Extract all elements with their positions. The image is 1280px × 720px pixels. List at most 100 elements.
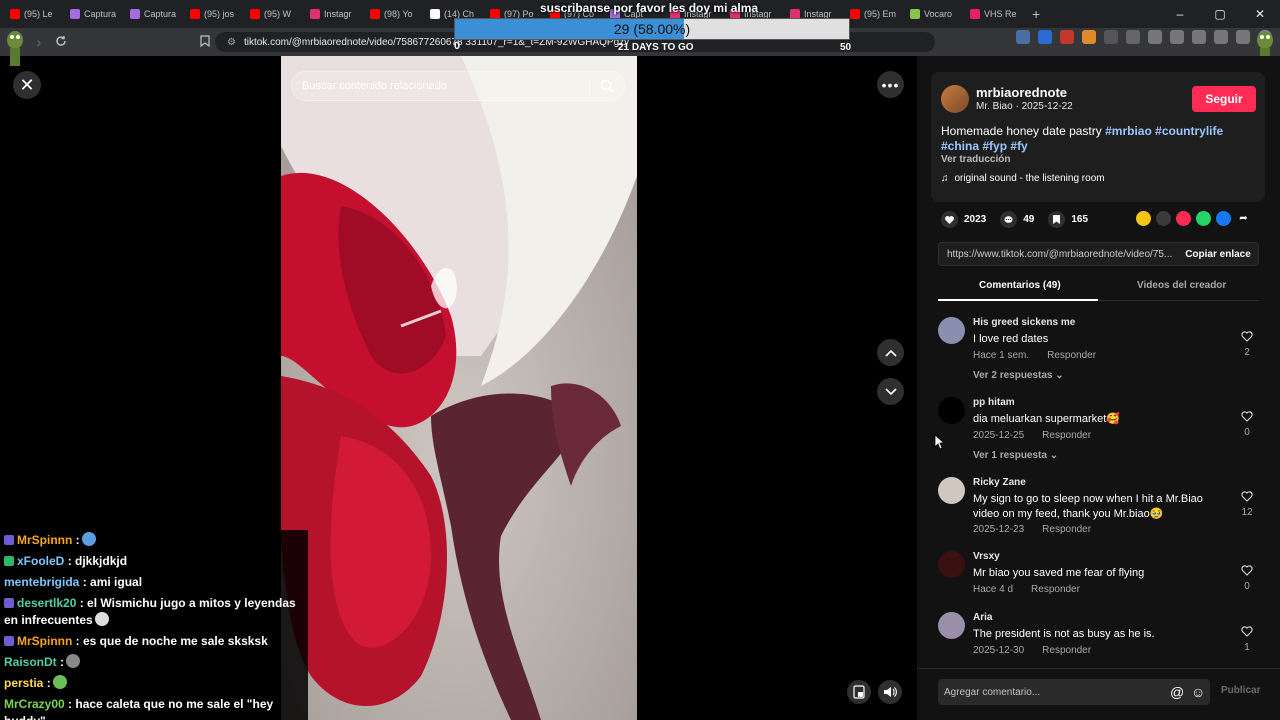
facebook-icon[interactable]	[1216, 211, 1231, 226]
hashtag[interactable]: #china	[941, 139, 979, 153]
avatar[interactable]	[938, 317, 965, 344]
tab-creator-videos[interactable]: Videos del creador	[1137, 280, 1226, 291]
browser-tab[interactable]: VHS Re	[964, 3, 1024, 25]
avatar[interactable]	[938, 477, 965, 504]
reply-button[interactable]: Responder	[1047, 350, 1096, 361]
comment-username[interactable]: pp hitam	[973, 397, 1015, 408]
embed-icon[interactable]	[1156, 211, 1171, 226]
publish-button[interactable]: Publicar	[1221, 685, 1260, 696]
comment-username[interactable]: Vrsxy	[973, 551, 1000, 562]
creator-subline: Mr. Biao · 2025-12-22	[976, 101, 1073, 112]
more-options-button[interactable]: •••	[877, 71, 904, 98]
panel-tabs: Comentarios (49) Videos del creador	[938, 276, 1259, 301]
tab-title: Captura	[84, 9, 117, 19]
extension-icon[interactable]	[1236, 30, 1250, 44]
comment-like-button[interactable]	[1240, 489, 1254, 507]
browser-tab[interactable]: (98) Yo	[364, 3, 424, 25]
chat-emote-icon	[66, 654, 81, 668]
music-icon[interactable]	[1148, 30, 1162, 44]
comment-meta: 2025-12-30 Responder	[973, 645, 1091, 656]
extension-icon[interactable]	[1104, 30, 1118, 44]
translate-link[interactable]: Ver traducción	[941, 154, 1010, 165]
reply-button[interactable]: Responder	[1031, 584, 1080, 595]
comment-like-button[interactable]	[1240, 329, 1254, 347]
extension-icon[interactable]	[1126, 30, 1140, 44]
translate-icon[interactable]	[1016, 30, 1030, 44]
related-search-input[interactable]: Buscar contenido relacionado	[291, 71, 625, 101]
coin-icon[interactable]	[1136, 211, 1151, 226]
send-icon[interactable]	[1176, 211, 1191, 226]
next-video-button[interactable]	[877, 378, 904, 405]
comment-like-count: 0	[1244, 427, 1250, 438]
creator-username[interactable]: mrbiaorednote	[976, 85, 1067, 100]
chat-username: desertlk20	[17, 596, 77, 610]
previous-video-button[interactable]	[877, 339, 904, 366]
reply-button[interactable]: Responder	[1042, 645, 1091, 656]
browser-tab[interactable]: (95) W	[244, 3, 304, 25]
new-tab-button[interactable]: +	[1024, 6, 1048, 22]
hashtag[interactable]: #fy	[1010, 139, 1027, 153]
browser-tab[interactable]: Vocaro	[904, 3, 964, 25]
comment-like-button[interactable]	[1240, 624, 1254, 642]
share-arrow-icon[interactable]: ➦	[1236, 211, 1251, 226]
emoji-icon[interactable]: ☺	[1191, 684, 1205, 700]
avatar[interactable]	[941, 85, 969, 113]
comment-username[interactable]: Ricky Zane	[973, 477, 1026, 488]
chat-username: MrSpinnn	[17, 634, 73, 648]
mouse-cursor-icon	[934, 434, 944, 450]
bookmark-icon[interactable]	[194, 34, 216, 50]
extension-icon[interactable]	[1082, 30, 1096, 44]
comment-like-button[interactable]	[1240, 409, 1254, 427]
tab-comments[interactable]: Comentarios (49)	[979, 280, 1061, 291]
extension-icon[interactable]	[1038, 30, 1052, 44]
sound-link[interactable]: ♫ original sound - the listening room	[941, 173, 1105, 184]
sidebar-icon[interactable]	[1170, 30, 1184, 44]
description-text: Homemade honey date pastry	[941, 124, 1102, 138]
close-window-button[interactable]: ✕	[1240, 7, 1280, 21]
like-button[interactable]: 2023	[941, 211, 986, 228]
search-icon[interactable]	[600, 79, 614, 96]
extension-icon[interactable]	[1214, 30, 1228, 44]
avatar[interactable]	[938, 551, 965, 578]
maximize-button[interactable]: ▢	[1200, 7, 1240, 21]
whatsapp-icon[interactable]	[1196, 211, 1211, 226]
comment-username[interactable]: His greed sickens me	[973, 317, 1075, 328]
browser-tab[interactable]: (95) Le	[4, 3, 64, 25]
comment-like-button[interactable]	[1240, 563, 1254, 581]
forward-icon[interactable]: ›	[28, 34, 50, 50]
reply-button[interactable]: Responder	[1042, 524, 1091, 535]
comment-time: 2025-12-30	[973, 645, 1025, 656]
browser-tab[interactable]: Instagr	[304, 3, 364, 25]
browser-tab[interactable]: (95) jos	[184, 3, 244, 25]
copy-link-button[interactable]: Copiar enlace	[1177, 243, 1259, 265]
sub-goal-bar: 29 (58.00%)	[454, 18, 850, 40]
mention-icon[interactable]: @	[1170, 684, 1184, 700]
reply-button[interactable]: Responder	[1042, 430, 1091, 441]
volume-button[interactable]	[878, 680, 902, 704]
extension-icon[interactable]	[1192, 30, 1206, 44]
video-player[interactable]	[281, 56, 637, 720]
avatar[interactable]	[938, 397, 965, 424]
view-replies-button[interactable]: Ver 1 respuesta ⌄	[973, 450, 1058, 461]
share-options: ➦	[1136, 211, 1251, 226]
hashtag[interactable]: #fyp	[982, 139, 1007, 153]
extension-icon[interactable]	[1060, 30, 1074, 44]
view-replies-button[interactable]: Ver 2 respuestas ⌄	[973, 370, 1064, 381]
browser-tab[interactable]: Captura	[124, 3, 184, 25]
follow-button[interactable]: Seguir	[1192, 86, 1256, 112]
hashtag[interactable]: #mrbiao	[1105, 124, 1152, 138]
minimize-button[interactable]: –	[1160, 7, 1200, 21]
floating-player-button[interactable]	[847, 680, 871, 704]
browser-tab[interactable]: (95) Em	[844, 3, 904, 25]
comment-button[interactable]: 49	[1000, 211, 1034, 228]
close-video-button[interactable]: ✕	[13, 71, 41, 99]
site-settings-icon[interactable]: ⚙	[227, 37, 236, 48]
browser-tab[interactable]: Captura	[64, 3, 124, 25]
save-button[interactable]: 165	[1048, 211, 1088, 228]
avatar[interactable]	[938, 612, 965, 639]
video-link[interactable]: https://www.tiktok.com/@mrbiaorednote/vi…	[939, 249, 1179, 260]
comment-username[interactable]: Aria	[973, 612, 992, 623]
video-link-box: https://www.tiktok.com/@mrbiaorednote/vi…	[938, 242, 1259, 266]
reload-icon[interactable]	[50, 34, 72, 50]
hashtag[interactable]: #countrylife	[1155, 124, 1223, 138]
